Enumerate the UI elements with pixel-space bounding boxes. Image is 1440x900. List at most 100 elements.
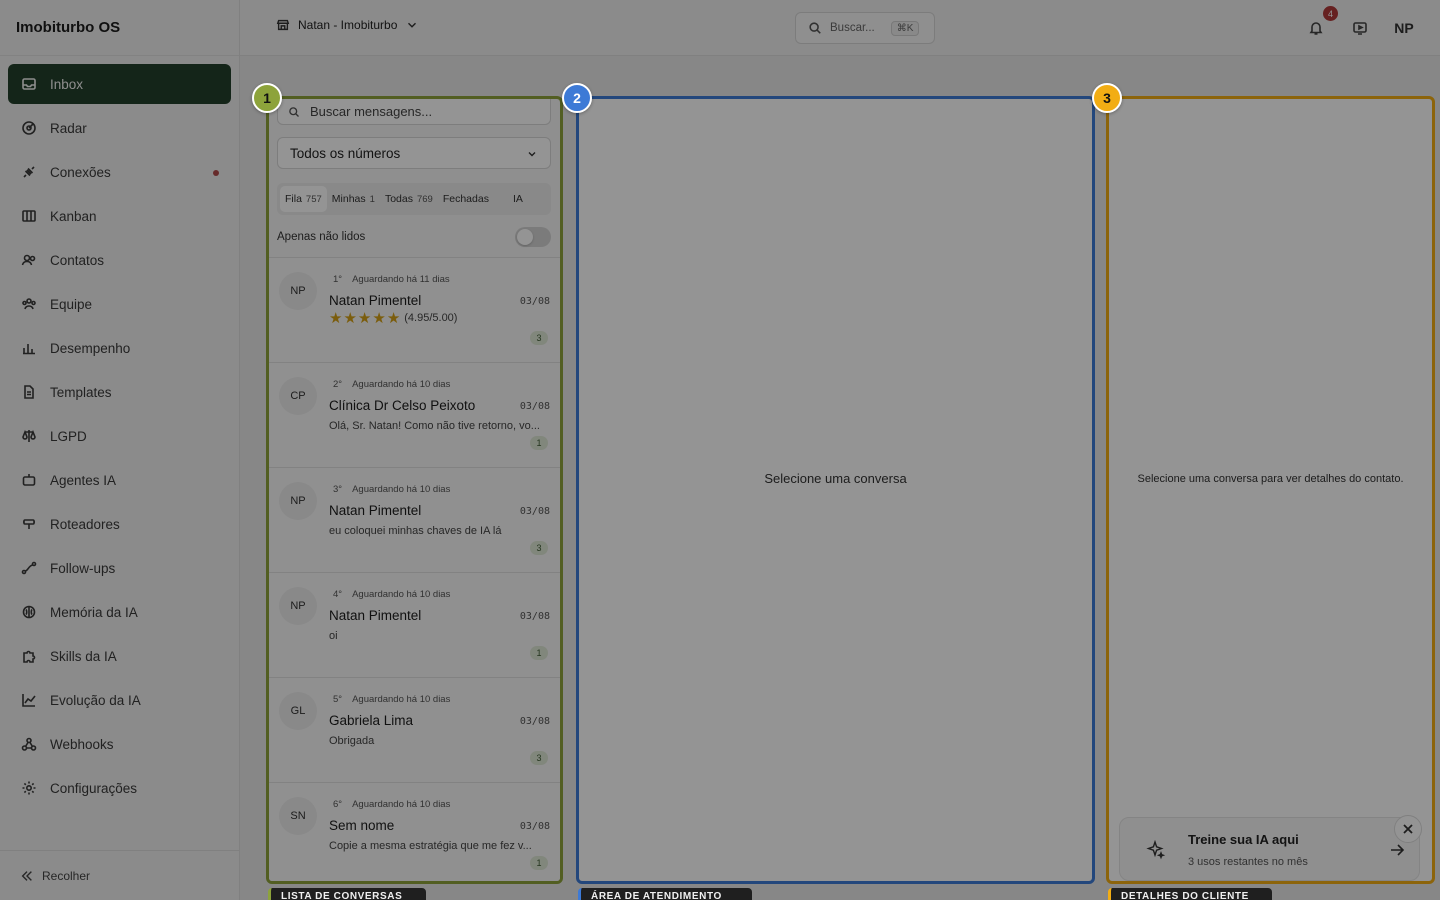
details-empty-state: Selecione uma conversa para ver detalhes… <box>1137 473 1404 485</box>
conversation-item[interactable]: SN 6° Aguardando há 10 dias Sem nome 03/0… <box>269 782 560 881</box>
conversation-date: 03/08 <box>519 401 550 412</box>
star-icon: ★ <box>357 310 372 327</box>
unread-count-badge: 1 <box>530 436 548 450</box>
tab-ia[interactable]: IA <box>508 186 528 212</box>
sidebar-item-configuracoes[interactable]: Configurações <box>8 768 231 808</box>
scale-icon <box>20 427 38 445</box>
search-placeholder: Buscar... <box>830 22 875 34</box>
sidebar-item-kanban[interactable]: Kanban <box>8 196 231 236</box>
number-filter-select[interactable]: Todos os números <box>277 137 551 169</box>
sidebar-item-memoria-ia[interactable]: Memória da IA <box>8 592 231 632</box>
sidebar-item-lgpd[interactable]: LGPD <box>8 416 231 456</box>
sidebar-item-inbox[interactable]: Inbox <box>8 64 231 104</box>
tab-minhas[interactable]: Minhas 1 <box>327 186 380 212</box>
queue-position: 2° <box>333 379 343 390</box>
sidebar-item-roteadores[interactable]: Roteadores <box>8 504 231 544</box>
store-icon <box>276 19 290 31</box>
sidebar-item-skills-ia[interactable]: Skills da IA <box>8 636 231 676</box>
queue-meta: 1° Aguardando há 11 dias <box>333 274 450 285</box>
avatar: GL <box>279 692 317 730</box>
close-train-card-button[interactable] <box>1394 815 1422 843</box>
waiting-time: Aguardando há 10 dias <box>352 799 451 810</box>
sidebar-item-conexoes[interactable]: Conexões <box>8 152 231 192</box>
sidebar-item-agentes-ia[interactable]: Agentes IA <box>8 460 231 500</box>
avatar: NP <box>279 272 317 310</box>
arrow-right-icon <box>1389 842 1405 858</box>
conversation-list: NP 1° Aguardando há 11 dias Natan Pimente… <box>269 257 560 881</box>
tab-count: 769 <box>416 193 433 205</box>
tab-fechadas[interactable]: Fechadas <box>438 186 494 212</box>
train-ai-card[interactable]: Treine sua IA aqui 3 usos restantes no m… <box>1119 817 1420 881</box>
conversation-item[interactable]: NP 3° Aguardando há 10 dias Natan Pimente… <box>269 467 560 572</box>
user-avatar[interactable]: NP <box>1390 14 1418 42</box>
sidebar-item-webhooks[interactable]: Webhooks <box>8 724 231 764</box>
notifications-badge: 4 <box>1323 6 1338 21</box>
tab-label: Fechadas <box>442 193 489 205</box>
queue-position: 6° <box>333 799 343 810</box>
tour-step-marker-2: 2 <box>562 83 592 113</box>
team-icon <box>20 295 38 313</box>
sidebar-item-label: Desempenho <box>50 340 131 356</box>
sidebar-item-desempenho[interactable]: Desempenho <box>8 328 231 368</box>
conversation-list-panel: Buscar mensagens... Todos os números Fil… <box>266 96 563 884</box>
account-switcher[interactable]: Natan - Imobiturbo <box>276 18 419 32</box>
chat-area-panel: Selecione uma conversa <box>576 96 1095 884</box>
queue-position: 1° <box>333 274 343 285</box>
inbox-icon <box>20 75 38 93</box>
conversation-item[interactable]: NP 4° Aguardando há 10 dias Natan Pimente… <box>269 572 560 677</box>
double-chevron-left-icon <box>21 870 32 881</box>
unread-count-badge: 3 <box>530 331 548 345</box>
sidebar-item-radar[interactable]: Radar <box>8 108 231 148</box>
tab-fila[interactable]: Fila 757 <box>280 186 327 212</box>
queue-position: 5° <box>333 694 343 705</box>
queue-meta: 5° Aguardando há 10 dias <box>333 694 450 705</box>
search-icon <box>289 106 299 117</box>
sidebar-item-label: Skills da IA <box>50 648 117 664</box>
queue-position: 4° <box>333 589 343 600</box>
waiting-time: Aguardando há 10 dias <box>352 589 451 600</box>
sidebar-item-label: Configurações <box>50 780 138 796</box>
unread-count-badge: 3 <box>530 541 548 555</box>
tutorial-button[interactable] <box>1346 14 1374 42</box>
client-details-panel: Selecione uma conversa para ver detalhes… <box>1106 96 1435 884</box>
conversation-item[interactable]: CP 2° Aguardando há 10 dias Clínica Dr Ce… <box>269 362 560 467</box>
kanban-icon <box>20 207 38 225</box>
notifications-button[interactable]: 4 <box>1302 6 1338 42</box>
sidebar-item-label: Conexões <box>50 164 111 180</box>
sidebar-item-evolucao-ia[interactable]: Evolução da IA <box>8 680 231 720</box>
contact-name: Natan Pimentel <box>329 293 422 308</box>
conversation-date: 03/08 <box>519 821 550 832</box>
unread-only-row: Apenas não lidos <box>277 225 551 249</box>
sidebar-item-contatos[interactable]: Contatos <box>8 240 231 280</box>
unread-only-toggle[interactable] <box>515 227 551 247</box>
global-search-button[interactable]: Buscar... ⌘K <box>795 12 935 44</box>
sidebar-item-label: Templates <box>50 384 112 400</box>
star-icon: ★ <box>329 310 343 327</box>
conversation-item[interactable]: GL 5° Aguardando há 10 dias Gabriela Lima… <box>269 677 560 782</box>
close-icon <box>1403 824 1413 834</box>
brand-title: Imobiturbo OS <box>0 0 239 56</box>
sidebar-item-label: Webhooks <box>50 736 114 752</box>
tab-label: Minhas <box>331 193 366 205</box>
queue-meta: 6° Aguardando há 10 dias <box>333 799 450 810</box>
tab-label: IA <box>512 193 523 205</box>
conversation-item[interactable]: NP 1° Aguardando há 11 dias Natan Pimente… <box>269 257 560 362</box>
chat-empty-state: Selecione uma conversa <box>764 471 907 486</box>
chevron-down-icon <box>408 22 417 28</box>
sidebar-item-label: Roteadores <box>50 516 120 532</box>
message-preview: Olá, Sr. Natan! Como não tive retorno, v… <box>329 420 540 432</box>
search-shortcut: ⌘K <box>890 20 920 36</box>
sidebar-item-templates[interactable]: Templates <box>8 372 231 412</box>
message-preview: eu coloquei minhas chaves de IA lá <box>329 525 502 537</box>
collapse-sidebar-button[interactable]: Recolher <box>0 850 240 900</box>
trend-icon <box>20 691 38 709</box>
sidebar-item-equipe[interactable]: Equipe <box>8 284 231 324</box>
tour-label-conversation-list: LISTA DE CONVERSAS <box>268 888 426 900</box>
tab-todas[interactable]: Todas 769 <box>380 186 438 212</box>
tour-step-marker-1: 1 <box>252 83 282 113</box>
train-ai-subtitle: 3 usos restantes no mês <box>1188 856 1308 868</box>
message-search-input[interactable]: Buscar mensagens... <box>277 99 551 125</box>
bell-icon <box>1309 22 1323 35</box>
queue-meta: 4° Aguardando há 10 dias <box>333 589 450 600</box>
sidebar-item-follow-ups[interactable]: Follow-ups <box>8 548 231 588</box>
